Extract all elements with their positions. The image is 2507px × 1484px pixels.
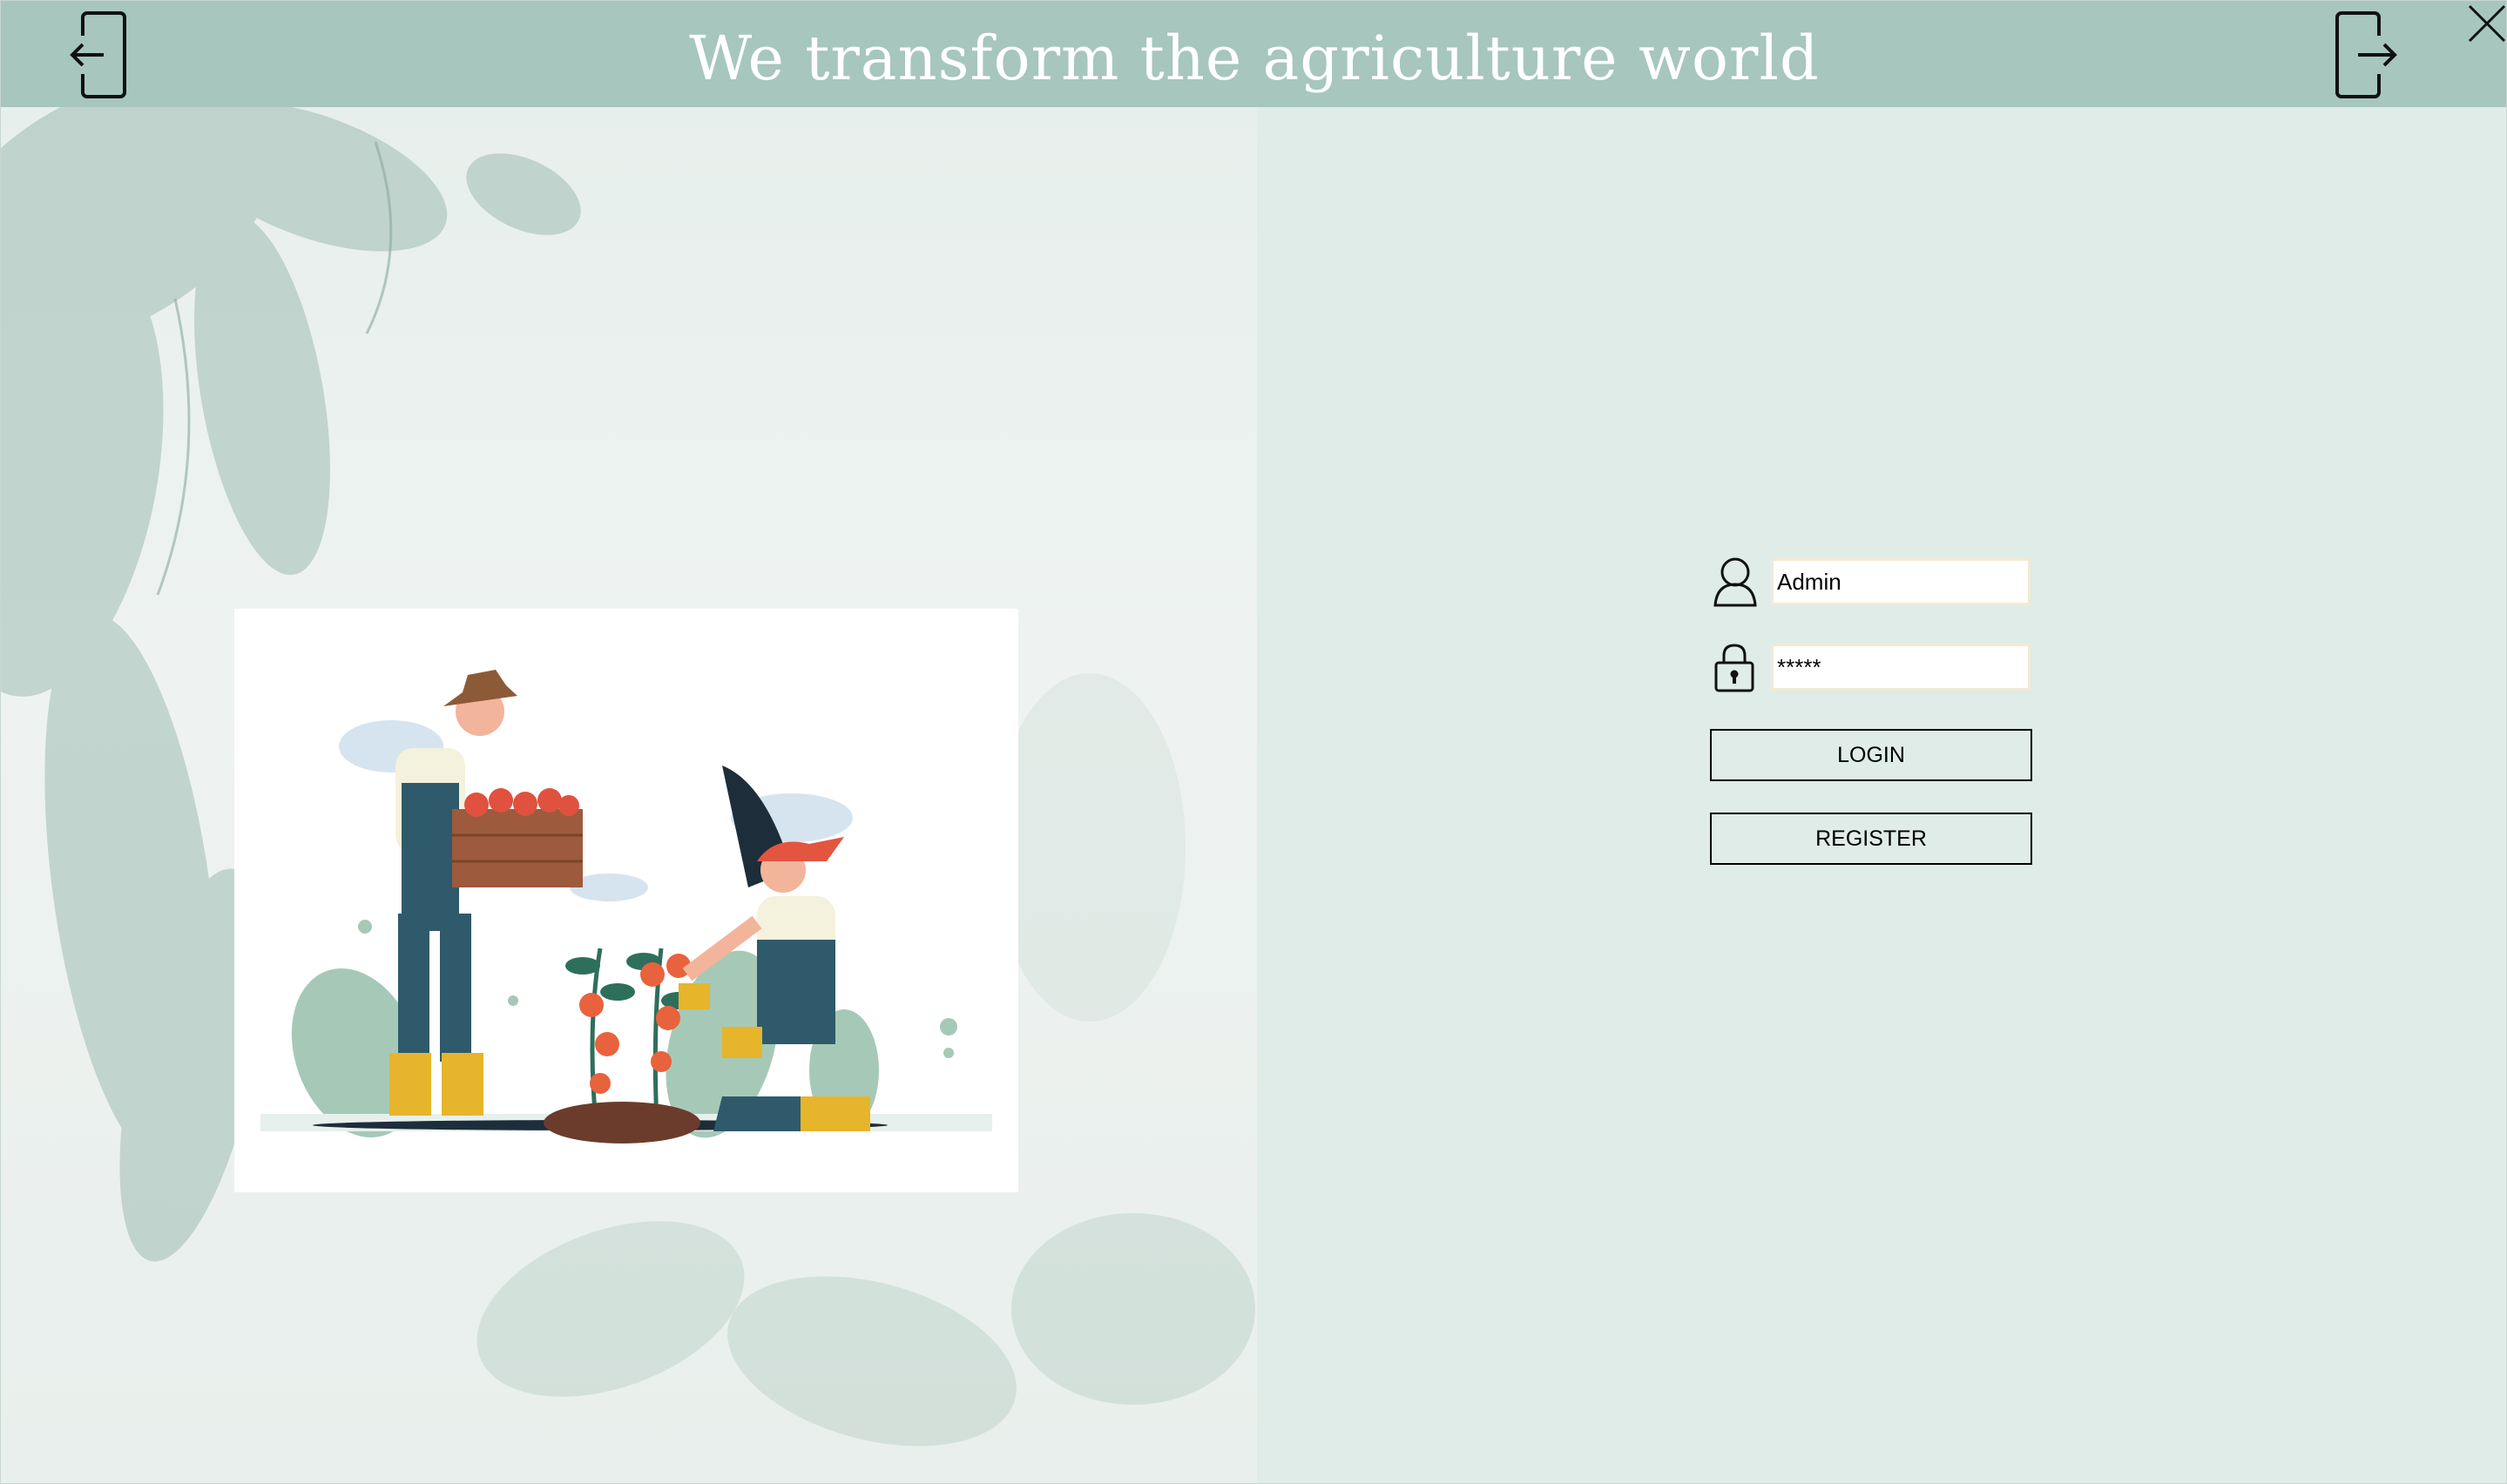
- password-row: [1708, 640, 2032, 694]
- farmers-illustration: [234, 609, 1018, 1192]
- register-button[interactable]: REGISTER: [1710, 813, 2032, 865]
- username-row: [1708, 555, 2032, 609]
- username-field[interactable]: [1771, 558, 2031, 605]
- logout-icon[interactable]: [2332, 10, 2402, 100]
- header-bar: We transform the agriculture world: [1, 1, 2507, 107]
- user-icon: [1713, 557, 1757, 607]
- login-button[interactable]: LOGIN: [1710, 729, 2032, 781]
- password-field[interactable]: [1771, 644, 2031, 691]
- lock-icon: [1714, 644, 1754, 692]
- header-title: We transform the agriculture world: [689, 23, 1820, 94]
- decorative-background: [1, 107, 1257, 1483]
- login-window: We transform the agriculture world Admin…: [0, 0, 2507, 1484]
- close-icon[interactable]: [2466, 3, 2507, 46]
